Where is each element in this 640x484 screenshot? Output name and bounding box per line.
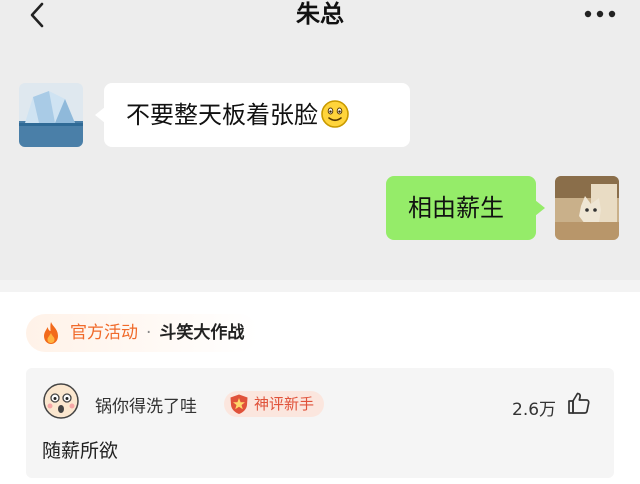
chat-title: 朱总 (296, 0, 344, 28)
user-badge: 神评新手 (224, 391, 325, 417)
iceberg-picture-icon (19, 83, 83, 147)
commenter-avatar[interactable] (42, 382, 80, 420)
thumbs-up-icon[interactable] (567, 391, 591, 415)
sent-message-text: 相由薪生 (408, 194, 504, 222)
sent-message-bubble[interactable]: 相由薪生 (386, 176, 545, 240)
activity-name: 斗笑大作战 (159, 323, 245, 343)
like-count: 2.6万 (512, 400, 557, 420)
fire-icon (44, 322, 58, 344)
cat-picture-icon (555, 176, 619, 240)
chat-header: 朱总 (0, 0, 640, 50)
more-options-icon[interactable] (584, 10, 616, 18)
smiling-face-icon (321, 100, 349, 128)
shield-badge-icon (230, 394, 248, 414)
chat-area: 不要整天板着张脸 相由薪生 (0, 50, 640, 280)
user-avatar[interactable] (555, 176, 619, 240)
activity-tag: 官方活动 (70, 323, 138, 343)
activity-separator: · (146, 323, 152, 343)
activity-banner[interactable]: 官方活动 · 斗笑大作战 (26, 314, 259, 352)
comment-text: 随薪所欲 (42, 440, 119, 462)
section-separator (0, 280, 640, 292)
received-message-text: 不要整天板着张脸 (126, 101, 318, 129)
comment-card: 锅你得洗了哇 神评新手 2.6万 随薪所欲 (26, 368, 614, 478)
contact-avatar[interactable] (19, 83, 83, 147)
received-message-bubble[interactable]: 不要整天板着张脸 (95, 83, 410, 147)
badge-label: 神评新手 (254, 395, 315, 413)
commenter-username[interactable]: 锅你得洗了哇 (95, 392, 197, 417)
